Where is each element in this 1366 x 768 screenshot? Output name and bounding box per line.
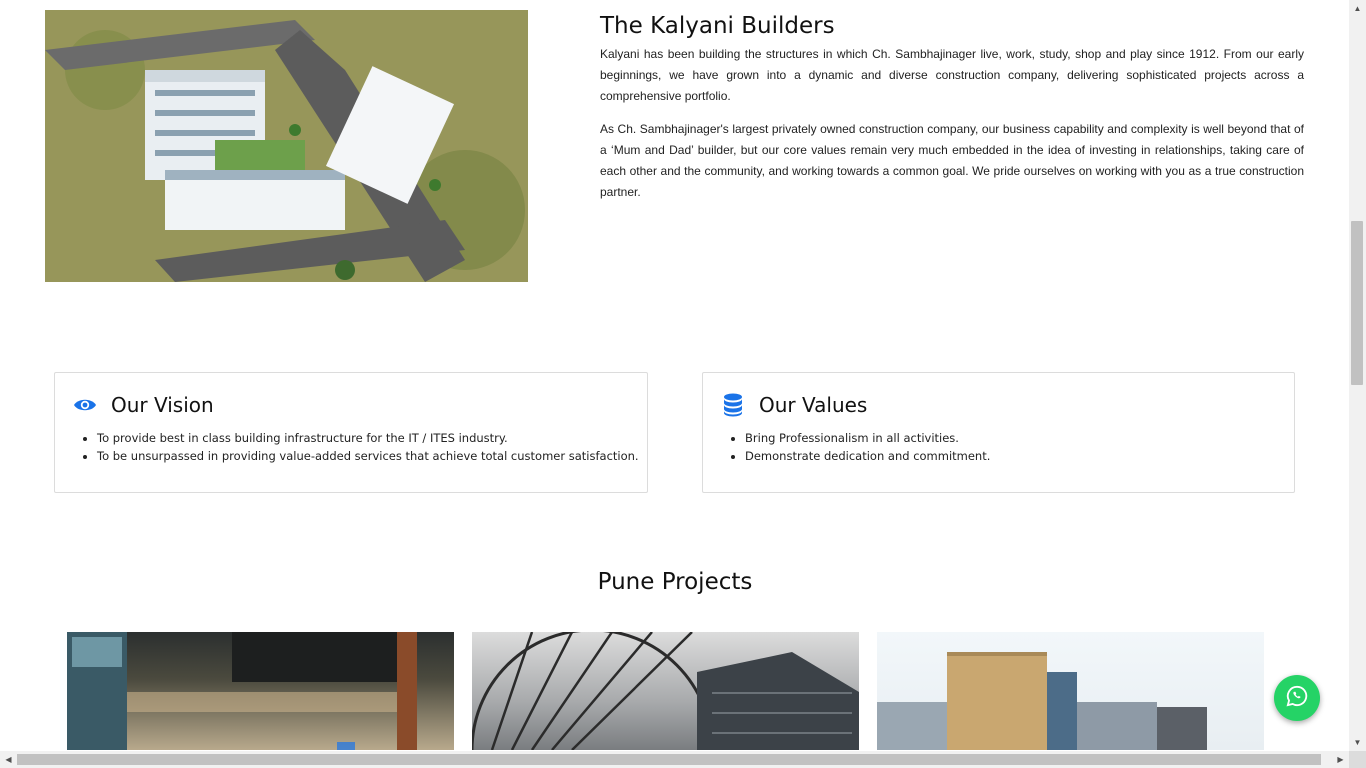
about-paragraph-2: As Ch. Sambhajinager's largest privately… <box>600 122 1304 199</box>
values-card: Our Values Bring Professionalism in all … <box>702 372 1295 493</box>
scroll-left-arrow-icon[interactable]: ◀ <box>0 751 17 768</box>
values-item: Demonstrate dedication and commitment. <box>745 447 990 465</box>
values-list: Bring Professionalism in all activities.… <box>727 429 990 465</box>
pune-projects-title: Pune Projects <box>0 566 1350 598</box>
scroll-right-arrow-icon[interactable]: ▶ <box>1332 751 1349 768</box>
project-image-3[interactable] <box>877 632 1264 750</box>
horizontal-scrollbar[interactable]: ◀ ▶ <box>0 751 1349 768</box>
pune-projects-title-text: Pune Projects <box>597 569 753 595</box>
about-paragraph-1: Kalyani has been building the structures… <box>600 47 1304 103</box>
vision-card: Our Vision To provide best in class buil… <box>54 372 648 493</box>
vertical-scroll-thumb[interactable] <box>1351 221 1363 385</box>
vision-item: To provide best in class building infras… <box>97 429 639 447</box>
project-image-2[interactable] <box>472 632 859 750</box>
scrollbar-corner <box>1349 751 1366 768</box>
values-item: Bring Professionalism in all activities. <box>745 429 990 447</box>
horizontal-scroll-thumb[interactable] <box>17 754 1321 765</box>
eye-icon <box>71 393 99 417</box>
whatsapp-button[interactable] <box>1274 675 1320 721</box>
scroll-down-arrow-icon[interactable]: ▼ <box>1349 734 1366 751</box>
values-title: Our Values <box>759 393 868 417</box>
scroll-up-arrow-icon[interactable]: ▲ <box>1349 0 1366 17</box>
values-card-header: Our Values <box>719 391 867 419</box>
about-title: The Kalyani Builders <box>600 13 835 39</box>
about-hero-image <box>45 10 528 282</box>
vision-title: Our Vision <box>111 393 214 417</box>
vision-card-header: Our Vision <box>71 391 214 419</box>
vision-list: To provide best in class building infras… <box>79 429 639 465</box>
database-icon <box>719 393 747 417</box>
vertical-scrollbar[interactable]: ▲ ▼ <box>1349 0 1366 751</box>
project-image-1[interactable] <box>67 632 454 750</box>
vision-item: To be unsurpassed in providing value-add… <box>97 447 639 465</box>
whatsapp-icon <box>1286 685 1308 712</box>
